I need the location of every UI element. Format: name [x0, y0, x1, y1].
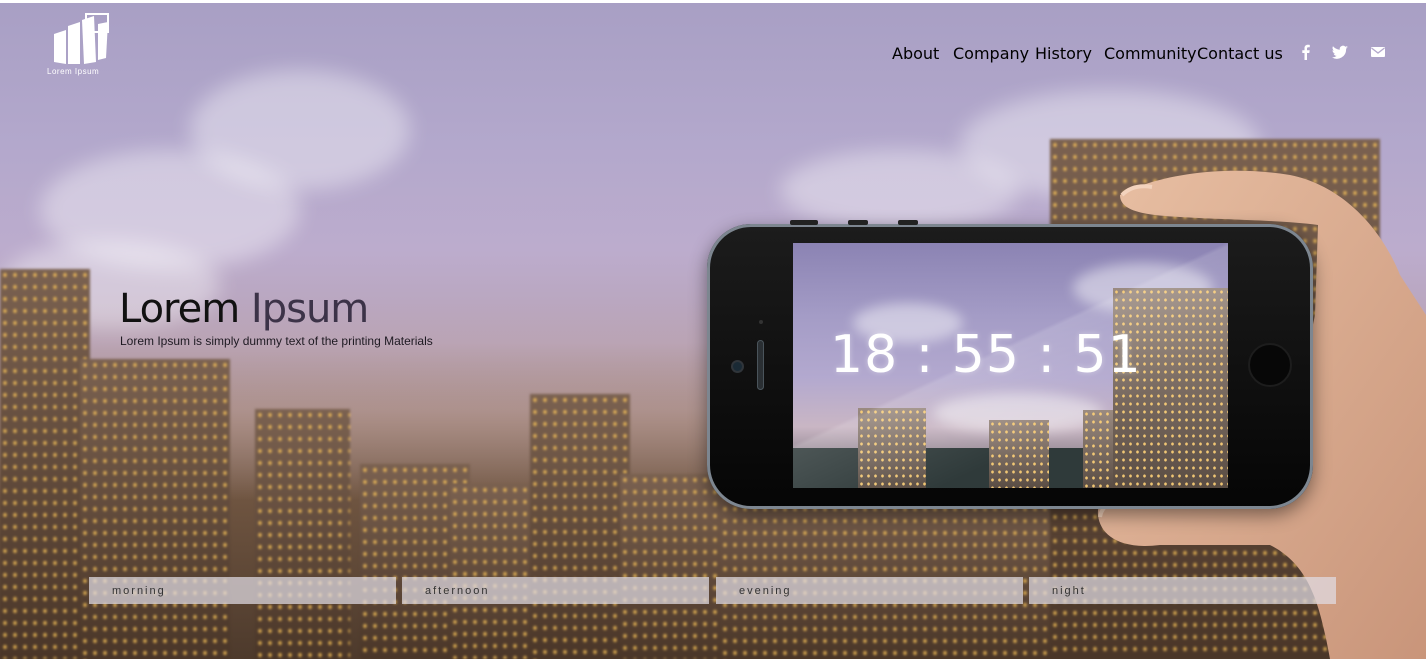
phone-home-button — [1248, 343, 1292, 387]
building — [450, 484, 540, 659]
phone-button — [790, 220, 818, 225]
hero-subtitle: Lorem Ipsum is simply dummy text of the … — [120, 334, 433, 348]
hero-title: Lorem Ipsum — [119, 286, 369, 332]
tab-night[interactable]: night — [1029, 577, 1336, 604]
phone-button — [898, 220, 918, 225]
cloud — [190, 70, 410, 190]
building — [0, 269, 90, 659]
facebook-icon[interactable] — [1297, 44, 1315, 60]
nav-item-contact-us[interactable]: Contact us — [1197, 44, 1283, 63]
mail-icon[interactable] — [1369, 44, 1387, 60]
nav-item-history[interactable]: History — [1035, 44, 1092, 63]
building — [255, 409, 350, 659]
hero-title-light: Ipsum — [250, 286, 369, 332]
tab-morning[interactable]: morning — [89, 577, 396, 604]
nav-item-company[interactable]: Company — [953, 44, 1029, 63]
phone-speaker — [757, 340, 764, 390]
tab-evening[interactable]: evening — [716, 577, 1023, 604]
nav-item-about[interactable]: About — [892, 44, 939, 63]
cloud — [780, 150, 1020, 230]
phone-sensor — [759, 320, 763, 324]
tab-afternoon[interactable]: afternoon — [402, 577, 709, 604]
twitter-icon[interactable] — [1331, 44, 1349, 60]
logo-text: Lorem Ipsum — [47, 67, 100, 76]
phone-button — [848, 220, 868, 225]
phone-camera — [733, 362, 742, 371]
building — [620, 474, 730, 659]
hero-title-bold: Lorem — [119, 286, 240, 332]
nav-item-community[interactable]: Community — [1104, 44, 1197, 63]
clock-display: 18 : 55 : 51 — [830, 325, 1142, 385]
building — [80, 359, 230, 659]
building — [530, 394, 630, 659]
